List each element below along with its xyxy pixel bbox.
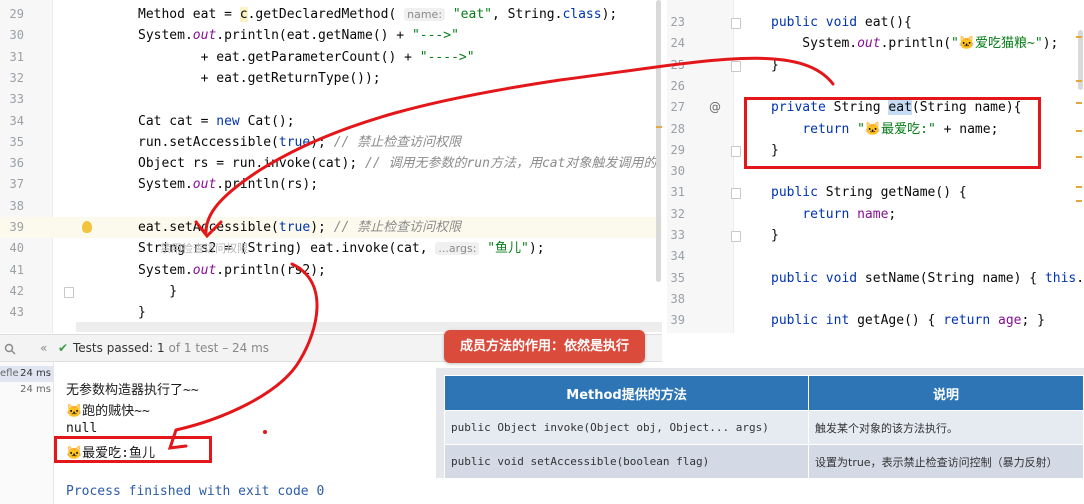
arrow-to-output	[174, 262, 319, 432]
arrow-to-setaccessible	[204, 56, 835, 234]
annotation-arrows	[167, 56, 835, 450]
arrowhead	[167, 428, 188, 450]
annotation-dot	[263, 430, 267, 434]
